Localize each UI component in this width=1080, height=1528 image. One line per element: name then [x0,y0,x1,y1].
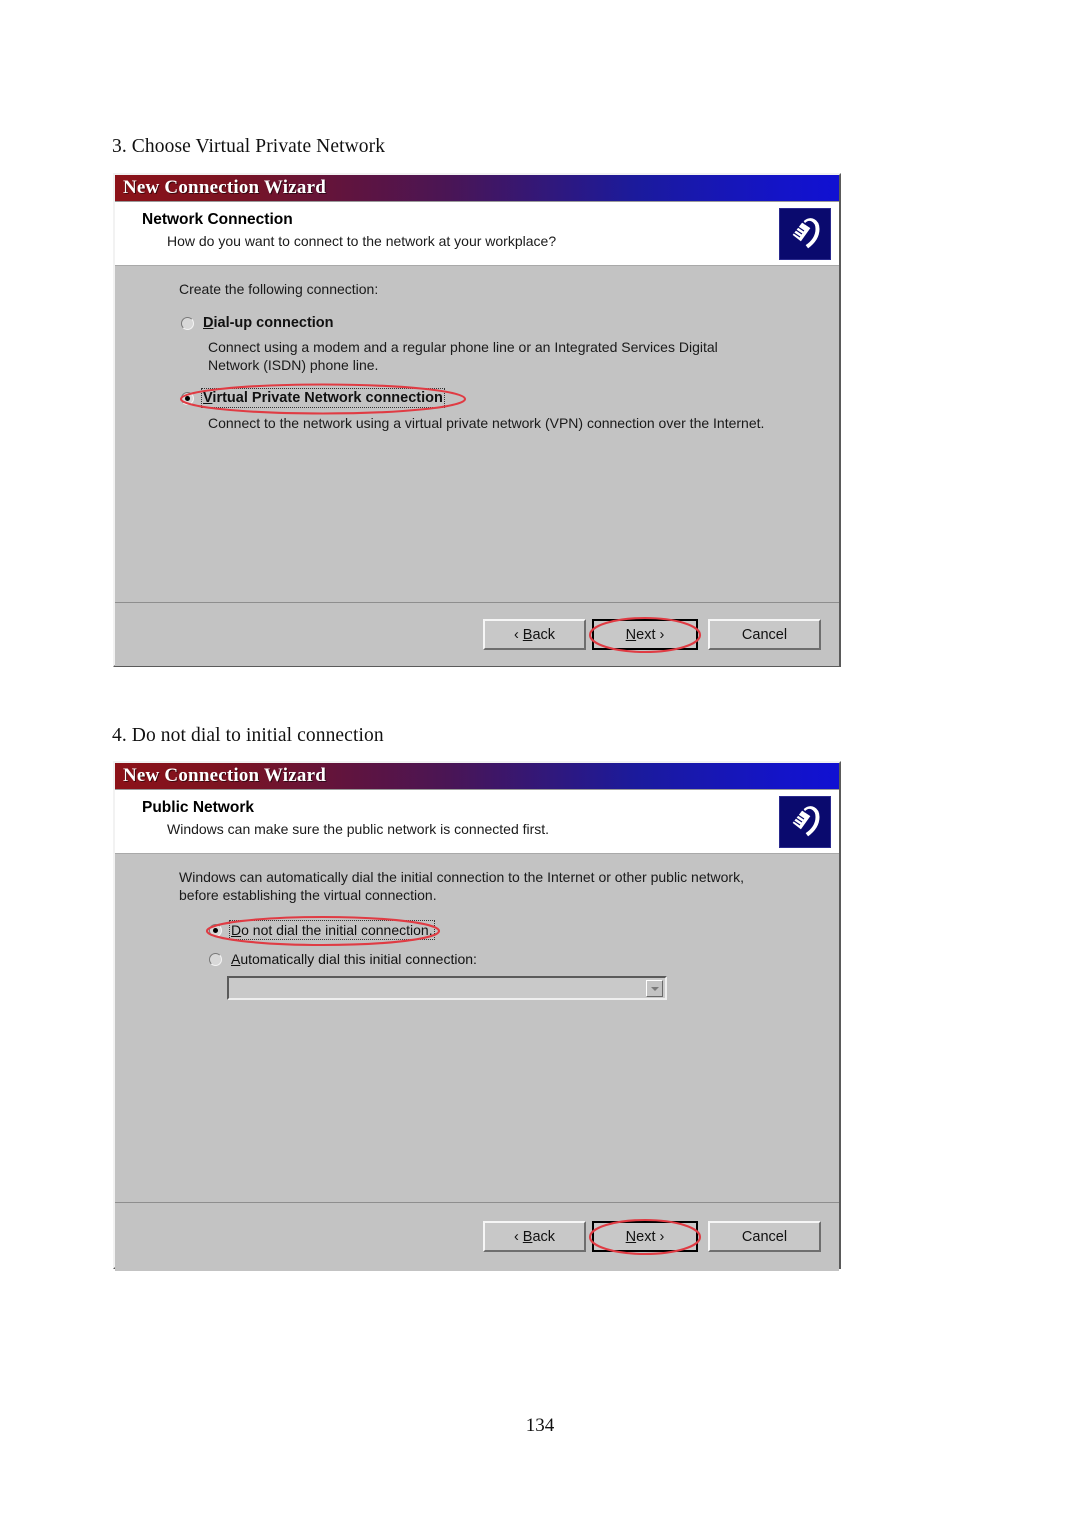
step-caption-4: 4. Do not dial to initial connection [112,725,384,746]
cancel-button[interactable]: Cancel [708,1221,821,1252]
radio-indicator[interactable] [209,953,222,966]
description-line: Network (ISDN) phone line. [208,357,379,373]
radio-label: DDial-up connectionial-up connection [203,315,334,331]
radio-indicator[interactable] [209,924,222,937]
step-caption-3: 3. Choose Virtual Private Network [112,136,386,157]
titlebar: New Connection Wizard [115,763,839,790]
cancel-button[interactable]: Cancel [708,619,821,650]
next-button[interactable]: Next › [592,619,698,650]
back-button[interactable]: ‹ Back [483,1221,586,1252]
radio-label: Automatically dial this initial connecti… [231,951,477,967]
new-connection-wizard-network-connection: New Connection Wizard Network Connection… [113,173,841,667]
phone-handset-icon [779,796,831,848]
chevron-down-icon[interactable] [646,980,663,997]
radio-indicator[interactable] [181,392,194,405]
radio-option-do-not-dial[interactable]: Do not dial the initial connection. [209,920,435,940]
page-number: 134 [525,1415,555,1436]
option-description: Connect to the network using a virtual p… [208,414,764,432]
radio-option-automatically-dial[interactable]: Automatically dial this initial connecti… [209,951,477,967]
page-subtitle: Windows can make sure the public network… [167,821,550,837]
wizard-button-bar: ‹ Back Next › Cancel [115,1203,839,1271]
prompt-line: Windows can automatically dial the initi… [179,869,744,885]
radio-option-dial-up[interactable]: DDial-up connectionial-up connection [181,315,334,331]
wizard-button-bar: ‹ Back Next › Cancel [115,603,839,666]
radio-indicator[interactable] [181,317,194,330]
wizard-body: Windows can automatically dial the initi… [115,854,839,1203]
radio-label: Do not dial the initial connection. [229,920,435,940]
prompt-text: Windows can automatically dial the initi… [179,868,744,904]
wizard-header: Network Connection How do you want to co… [115,202,839,266]
page-subtitle: How do you want to connect to the networ… [167,233,557,249]
next-button[interactable]: Next › [592,1221,698,1252]
wizard-header: Public Network Windows can make sure the… [115,790,839,854]
window-title: New Connection Wizard [123,177,326,198]
prompt-line: before establishing the virtual connecti… [179,887,437,903]
description-line: Connect to the network using a virtual p… [208,415,765,431]
phone-handset-icon [779,208,831,260]
titlebar: New Connection Wizard [115,175,839,202]
back-button[interactable]: ‹ Back [483,619,586,650]
description-line: Connect using a modem and a regular phon… [208,339,718,355]
wizard-body: Create the following connection: DDial-u… [115,266,839,603]
radio-label: Virtual Private Network connection [201,388,445,408]
page-title: Network Connection [142,211,293,228]
window-title: New Connection Wizard [123,765,326,786]
page-title: Public Network [142,799,254,816]
initial-connection-combobox[interactable] [227,976,667,1000]
document-page: 3. Choose Virtual Private Network New Co… [0,0,1080,1528]
radio-option-virtual-private-network[interactable]: Virtual Private Network connection [181,388,445,408]
new-connection-wizard-public-network: New Connection Wizard Public Network Win… [113,761,841,1271]
prompt-text: Create the following connection: [179,281,379,297]
option-description: Connect using a modem and a regular phon… [208,338,718,374]
